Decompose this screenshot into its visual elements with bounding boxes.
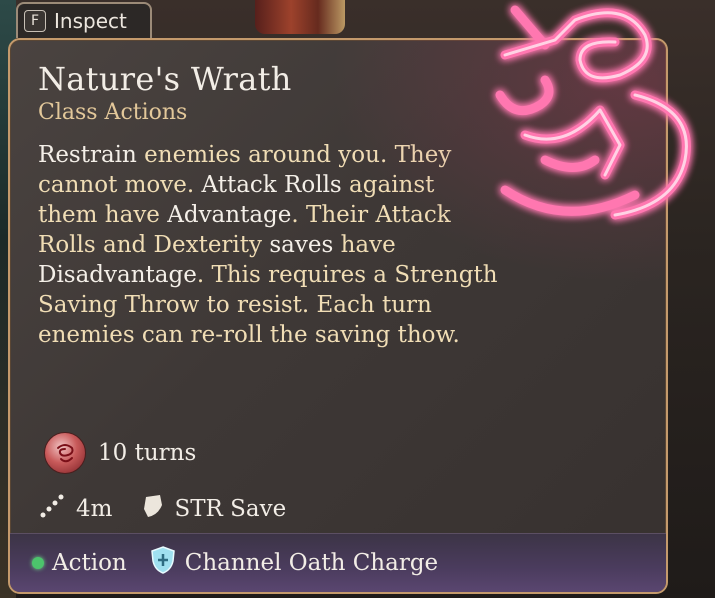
- inspect-tab[interactable]: F Inspect: [16, 2, 152, 38]
- range-stat: 4m: [38, 492, 112, 526]
- description-segment: Disadvantage: [38, 262, 197, 288]
- duration-text: 10 turns: [98, 440, 197, 466]
- resource-action-label: Action: [52, 550, 127, 576]
- description-segment: have: [333, 232, 396, 258]
- shield-cross-icon: [149, 545, 177, 581]
- resource-footer: Action Channel Oath Charge: [10, 533, 666, 592]
- resource-channel-oath-label: Channel Oath Charge: [184, 550, 439, 576]
- save-text: STR Save: [174, 496, 287, 522]
- green-dot-icon: [32, 557, 44, 569]
- save-stat: STR Save: [140, 493, 286, 525]
- description-segment: Restrain: [38, 142, 137, 168]
- save-shield-icon: [140, 493, 164, 525]
- background-character: [255, 0, 345, 34]
- stats-row: 4m STR Save: [38, 492, 286, 526]
- description-segment: Advantage: [167, 202, 292, 228]
- spell-title: Nature's Wrath: [38, 60, 292, 98]
- spell-description: Restrain enemies around you. They cannot…: [38, 140, 498, 350]
- natures-wrath-rune-icon: [495, 5, 691, 220]
- spell-category: Class Actions: [38, 100, 188, 125]
- resource-channel-oath: Channel Oath Charge: [149, 545, 438, 581]
- resource-action: Action: [32, 550, 127, 576]
- natures-wrath-icon: [44, 432, 86, 474]
- inspect-label: Inspect: [54, 9, 127, 33]
- range-text: 4m: [76, 496, 113, 522]
- description-segment: Attack Rolls: [201, 172, 342, 198]
- keybind-badge: F: [24, 10, 46, 32]
- range-icon: [38, 492, 66, 526]
- description-segment: saves: [269, 232, 334, 258]
- duration-row: 10 turns: [44, 432, 196, 474]
